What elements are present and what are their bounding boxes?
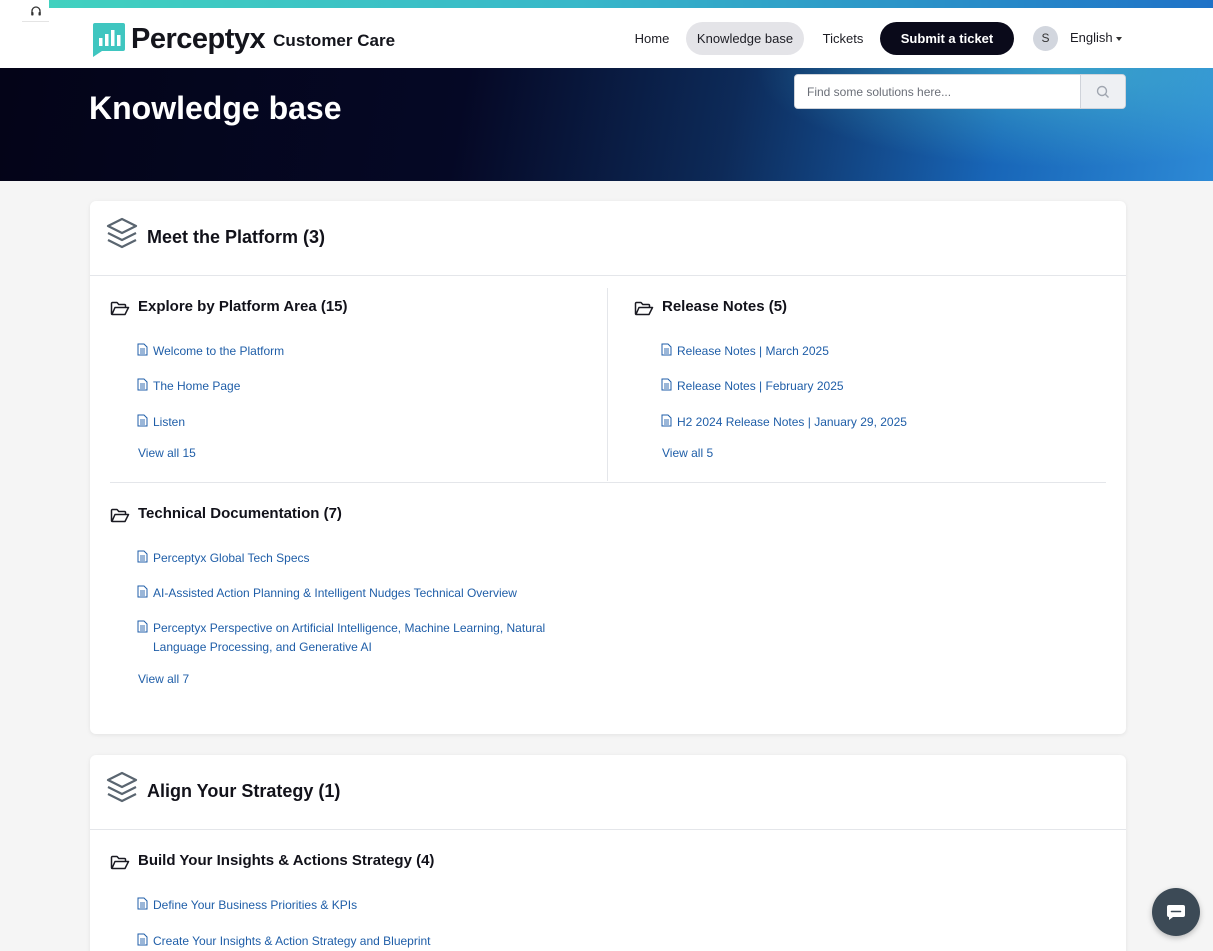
headset-icon[interactable]	[22, 0, 49, 22]
document-icon	[137, 933, 148, 946]
document-icon	[137, 343, 148, 356]
chat-bubble-icon	[1167, 905, 1185, 920]
article-link[interactable]: Create Your Insights & Action Strategy a…	[153, 932, 431, 951]
folder-title: Technical Documentation (7)	[138, 505, 342, 522]
document-icon	[137, 585, 148, 598]
avatar[interactable]: S	[1033, 26, 1058, 51]
nav-knowledge-base[interactable]: Knowledge base	[686, 22, 804, 55]
search-icon	[1096, 85, 1109, 98]
document-icon	[137, 414, 148, 427]
folder-open-icon	[634, 301, 654, 316]
layers-icon	[106, 217, 138, 249]
language-selector[interactable]: English	[1070, 30, 1122, 45]
article-link[interactable]: Welcome to the Platform	[153, 342, 284, 361]
category-card: Meet the Platform (3) Explore by Platfor…	[90, 201, 1126, 734]
category-title[interactable]: Align Your Strategy (1)	[147, 781, 340, 802]
view-all-link[interactable]: View all 5	[662, 446, 713, 460]
folder: Technical Documentation (7) Perceptyx Gl…	[110, 505, 590, 705]
row-divider	[110, 482, 1106, 483]
article-link[interactable]: Perceptyx Perspective on Artificial Inte…	[153, 619, 573, 657]
folder-title: Build Your Insights & Actions Strategy (…	[138, 852, 435, 869]
folder-title: Explore by Platform Area (15)	[138, 298, 348, 315]
category-card: Align Your Strategy (1) Build Your Insig…	[90, 755, 1126, 951]
view-all-link[interactable]: View all 15	[138, 446, 196, 460]
article-link[interactable]: H2 2024 Release Notes | January 29, 2025	[677, 413, 907, 432]
article-link[interactable]: Perceptyx Global Tech Specs	[153, 549, 310, 568]
article-item[interactable]: Perceptyx Perspective on Artificial Inte…	[137, 619, 577, 659]
article-link[interactable]: Define Your Business Priorities & KPIs	[153, 896, 357, 915]
article-link[interactable]: Release Notes | February 2025	[677, 377, 844, 396]
folder-open-icon	[110, 301, 130, 316]
folder: Release Notes (5) Release Notes | March …	[634, 298, 1114, 468]
document-icon	[137, 378, 148, 391]
brand-subtitle: Customer Care	[273, 31, 396, 50]
article-link[interactable]: Release Notes | March 2025	[677, 342, 829, 361]
search-button[interactable]	[1080, 75, 1125, 108]
folder-open-icon	[110, 855, 130, 870]
search-bar	[794, 74, 1126, 109]
top-header: Perceptyx Customer Care Home Knowledge b…	[0, 0, 1213, 68]
document-icon	[137, 550, 148, 563]
language-label: English	[1070, 30, 1113, 45]
category-header: Meet the Platform (3)	[90, 201, 1126, 276]
document-icon	[661, 343, 672, 356]
folder-open-icon	[110, 508, 130, 523]
brand-logo[interactable]: Perceptyx Customer Care	[89, 20, 395, 58]
document-icon	[137, 897, 148, 910]
document-icon	[661, 414, 672, 427]
nav-home[interactable]: Home	[624, 22, 680, 55]
search-input[interactable]	[795, 75, 1080, 108]
article-link[interactable]: AI-Assisted Action Planning & Intelligen…	[153, 584, 517, 603]
folder-title: Release Notes (5)	[662, 298, 788, 315]
brand-name: Perceptyx	[131, 22, 266, 55]
view-all-link[interactable]: View all 7	[138, 672, 189, 686]
category-header: Align Your Strategy (1)	[90, 755, 1126, 830]
submit-ticket-button[interactable]: Submit a ticket	[880, 22, 1014, 55]
page-title: Knowledge base	[89, 90, 342, 126]
folder: Build Your Insights & Actions Strategy (…	[110, 852, 590, 951]
accent-stripe	[49, 0, 1213, 8]
column-divider	[607, 288, 608, 481]
document-icon	[661, 378, 672, 391]
chat-widget-button[interactable]	[1152, 888, 1200, 936]
article-link[interactable]: Listen	[153, 413, 185, 432]
category-title[interactable]: Meet the Platform (3)	[147, 227, 325, 248]
layers-icon	[106, 771, 138, 803]
article-link[interactable]: The Home Page	[153, 377, 240, 396]
chevron-down-icon	[1115, 36, 1122, 41]
document-icon	[137, 620, 148, 633]
perceptyx-logo-icon	[93, 23, 125, 57]
hero-banner: Knowledge base	[0, 68, 1213, 181]
folder: Explore by Platform Area (15) Welcome to…	[110, 298, 590, 468]
nav-tickets[interactable]: Tickets	[812, 22, 874, 55]
